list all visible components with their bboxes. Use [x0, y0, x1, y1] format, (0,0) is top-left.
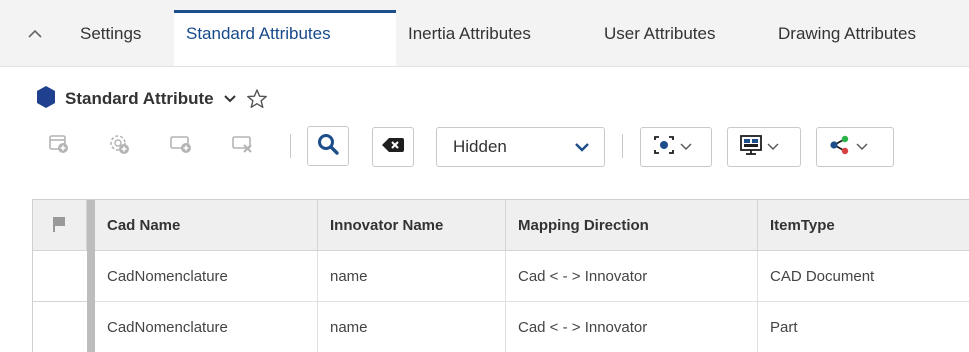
search-icon	[316, 132, 340, 161]
search-button[interactable]	[307, 126, 349, 166]
frozen-column-divider	[87, 200, 95, 352]
attributes-grid: Cad Name Innovator Name Mapping Directio…	[32, 199, 969, 352]
flag-icon	[51, 215, 67, 238]
tab-settings[interactable]: Settings	[70, 12, 174, 66]
table-cell[interactable]: CAD Document	[758, 251, 969, 302]
share-dropdown[interactable]	[816, 127, 894, 167]
add-row-icon	[169, 133, 193, 160]
chevron-down-icon	[767, 138, 779, 156]
search-mode-value: Hidden	[453, 137, 507, 156]
chevron-down-icon[interactable]	[223, 94, 237, 104]
table-cell[interactable]: Cad < - > Innovator	[506, 251, 758, 302]
new-item-icon	[48, 133, 70, 160]
new-item-button[interactable]	[38, 126, 80, 166]
tab-label: Drawing Attributes	[778, 24, 916, 43]
table-cell[interactable]: name	[318, 302, 506, 352]
star-outline-icon[interactable]	[246, 88, 268, 110]
tab-label: Standard Attributes	[186, 24, 331, 43]
view-mode-icon	[652, 134, 676, 161]
tab-label: Settings	[80, 24, 142, 43]
tab-label: User Attributes	[604, 24, 716, 43]
delete-row-button[interactable]	[222, 126, 264, 166]
chevron-up-icon[interactable]	[22, 22, 48, 46]
table-cell[interactable]: CadNomenclature	[95, 251, 318, 302]
layout-dropdown[interactable]	[727, 127, 801, 167]
tab-standard-attributes[interactable]: Standard Attributes	[174, 10, 396, 66]
column-header-itemtype[interactable]: ItemType	[758, 200, 969, 251]
search-mode-select[interactable]: Hidden	[436, 127, 605, 167]
chevron-down-icon	[856, 138, 868, 156]
share-icon	[828, 134, 852, 161]
column-header-mapping-direction[interactable]: Mapping Direction	[506, 200, 758, 251]
hexagon-icon	[35, 85, 57, 114]
toolbar-separator	[290, 134, 291, 158]
clear-search-icon	[381, 136, 405, 159]
page-title: Standard Attribute	[65, 89, 214, 108]
tab-inertia-attributes[interactable]: Inertia Attributes	[396, 12, 592, 66]
item-title-row: Standard Attribute	[35, 84, 268, 114]
view-mode-dropdown[interactable]	[640, 127, 712, 167]
row-selector[interactable]	[33, 302, 87, 352]
flag-header[interactable]	[33, 200, 87, 251]
table-cell[interactable]: Part	[758, 302, 969, 352]
table-cell[interactable]: name	[318, 251, 506, 302]
add-setting-button[interactable]	[98, 126, 140, 166]
clear-search-button[interactable]	[372, 127, 414, 167]
chevron-down-icon	[574, 139, 590, 159]
table-cell[interactable]: Cad < - > Innovator	[506, 302, 758, 352]
tab-user-attributes[interactable]: User Attributes	[592, 12, 764, 66]
delete-row-icon	[231, 133, 255, 160]
layout-icon	[739, 134, 763, 161]
table-cell[interactable]: CadNomenclature	[95, 302, 318, 352]
chevron-down-icon	[680, 138, 692, 156]
column-header-cad-name[interactable]: Cad Name	[95, 200, 318, 251]
toolbar-separator	[622, 134, 623, 158]
tab-drawing-attributes[interactable]: Drawing Attributes	[764, 12, 969, 66]
settings-add-icon	[107, 132, 131, 161]
column-header-innovator-name[interactable]: Innovator Name	[318, 200, 506, 251]
add-row-button[interactable]	[160, 126, 202, 166]
tab-bar-divider	[0, 66, 969, 67]
tab-label: Inertia Attributes	[408, 24, 531, 43]
row-selector[interactable]	[33, 251, 87, 302]
